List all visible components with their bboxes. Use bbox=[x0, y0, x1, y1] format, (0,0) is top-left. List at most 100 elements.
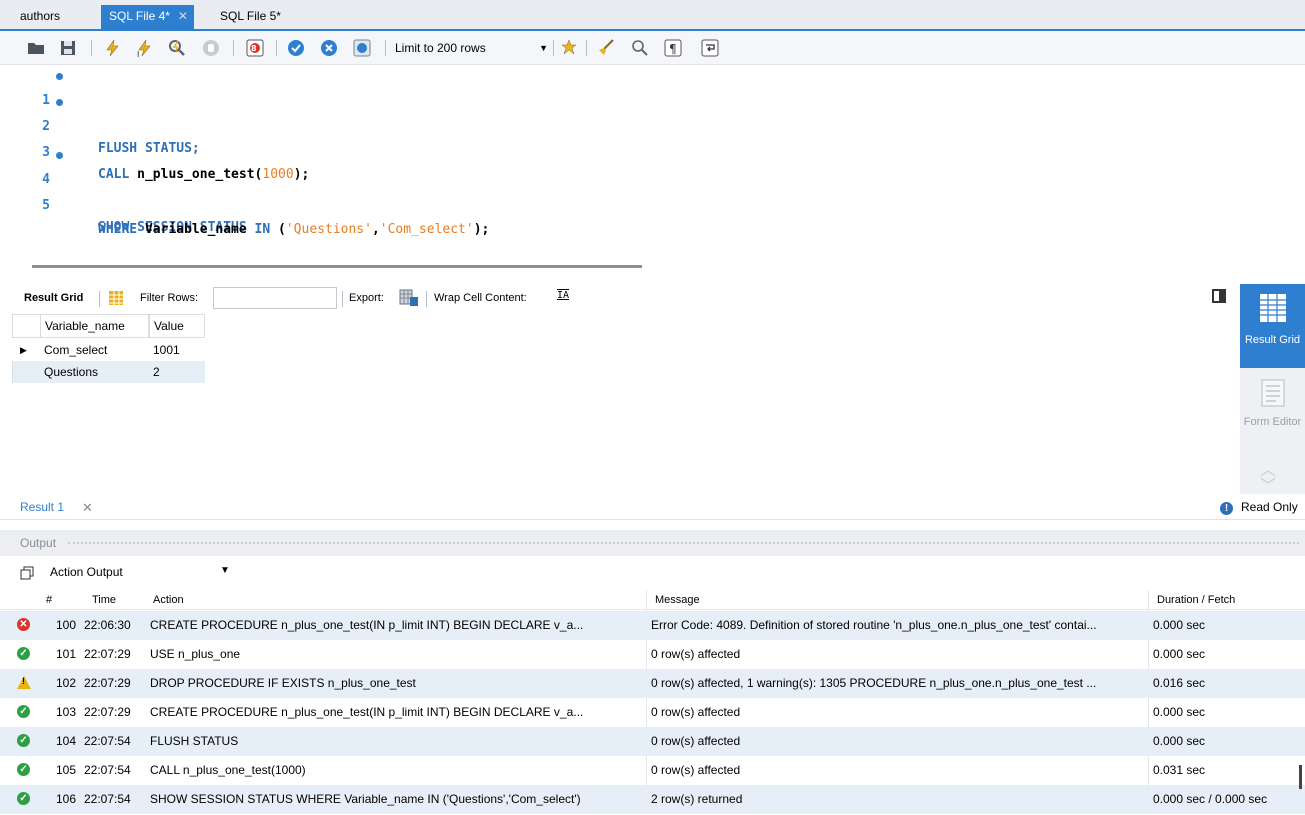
toggle-panel-icon[interactable] bbox=[1212, 289, 1226, 303]
table-row[interactable]: ✓ 106 22:07:54 SHOW SESSION STATUS WHERE… bbox=[0, 785, 1305, 814]
table-row[interactable]: ! 102 22:07:29 DROP PROCEDURE IF EXISTS … bbox=[0, 669, 1305, 698]
close-icon[interactable]: ✕ bbox=[82, 500, 93, 516]
toolbar-separator bbox=[426, 291, 427, 307]
editor-tab-bar: authors SQL File 4* ✕ SQL File 5* bbox=[0, 0, 1305, 31]
tab-result-1[interactable]: Result 1 bbox=[20, 500, 64, 514]
row-selector[interactable] bbox=[12, 361, 40, 383]
table-row[interactable]: ✓ 104 22:07:54 FLUSH STATUS 0 row(s) aff… bbox=[0, 727, 1305, 756]
success-check-icon: ✓ bbox=[17, 705, 30, 718]
output-table-header: # Time Action Message Duration / Fetch bbox=[0, 590, 1305, 610]
table-row[interactable]: ✓ 105 22:07:54 CALL n_plus_one_test(1000… bbox=[0, 756, 1305, 785]
chevron-down-icon[interactable]: ﹀ bbox=[1260, 472, 1276, 496]
statement-marker bbox=[56, 73, 63, 80]
tab-authors[interactable]: authors bbox=[12, 5, 68, 29]
column-header[interactable]: Message bbox=[655, 594, 700, 606]
table-row[interactable]: ✓ 101 22:07:29 USE n_plus_one 0 row(s) a… bbox=[0, 640, 1305, 669]
column-header[interactable]: Variable_name bbox=[40, 314, 149, 338]
row-number: 102 bbox=[56, 676, 77, 690]
row-action: DROP PROCEDURE IF EXISTS n_plus_one_test bbox=[150, 676, 416, 690]
cell-value: 2 bbox=[153, 365, 160, 379]
open-folder-icon[interactable] bbox=[26, 38, 46, 58]
row-time: 22:07:54 bbox=[84, 763, 131, 777]
tab-sql-file-5[interactable]: SQL File 5* bbox=[212, 5, 289, 29]
commit-check-icon[interactable] bbox=[286, 38, 306, 58]
line-number: 2 bbox=[42, 119, 50, 134]
result-grid-label[interactable]: Result Grid bbox=[24, 292, 83, 304]
scrollbar-thumb[interactable] bbox=[32, 265, 642, 268]
editor-line: 5 WHERE Variable_name IN ('Questions','C… bbox=[0, 170, 489, 237]
save-icon[interactable] bbox=[58, 38, 78, 58]
explain-magnifier-icon[interactable] bbox=[167, 38, 187, 58]
table-cell[interactable]: 1001 bbox=[149, 339, 205, 361]
output-title: Output bbox=[20, 536, 57, 550]
limit-rows-select[interactable]: Limit to 200 rows ▼ bbox=[392, 38, 552, 58]
column-header[interactable]: Value bbox=[149, 314, 205, 338]
row-action: FLUSH STATUS bbox=[150, 734, 239, 748]
invisible-chars-icon[interactable]: ¶ bbox=[663, 38, 683, 58]
sql-editor[interactable]: 1 FLUSH STATUS; 2 CALL n_plus_one_test(1… bbox=[0, 65, 1305, 260]
editor-line: 3 bbox=[0, 117, 50, 160]
row-time: 22:06:30 bbox=[84, 618, 131, 632]
result-grid-view-button[interactable]: Result Grid bbox=[1240, 284, 1305, 368]
wrap-icon[interactable] bbox=[700, 38, 720, 58]
tab-label: SQL File 5* bbox=[220, 9, 281, 23]
editor-line: 4 SHOW SESSION STATUS bbox=[0, 144, 247, 235]
stop-icon[interactable] bbox=[201, 38, 221, 58]
toolbar-separator bbox=[586, 40, 587, 56]
result-tab-bar: Result 1 ✕ ! Read Only bbox=[0, 496, 1305, 520]
row-message: Error Code: 4089. Definition of stored r… bbox=[651, 618, 1097, 632]
wrap-cell-icon[interactable]: IA bbox=[557, 290, 569, 301]
broom-icon[interactable] bbox=[596, 38, 616, 58]
table-cell[interactable]: Com_select bbox=[40, 339, 149, 361]
string-literal: 'Com_select' bbox=[379, 222, 474, 237]
toolbar-separator bbox=[553, 40, 554, 56]
read-only-indicator: ! Read Only bbox=[1220, 500, 1298, 515]
keyword: IN bbox=[254, 222, 271, 237]
close-icon[interactable]: ✕ bbox=[178, 9, 188, 23]
beautify-star-icon[interactable] bbox=[559, 38, 579, 58]
output-type-select[interactable]: Action Output bbox=[50, 565, 230, 579]
panel-splitter[interactable] bbox=[68, 542, 1299, 545]
column-header[interactable]: # bbox=[46, 594, 52, 606]
output-type-value: Action Output bbox=[50, 565, 123, 579]
autocommit-icon[interactable] bbox=[352, 38, 372, 58]
toolbar-separator bbox=[385, 40, 386, 56]
row-number: 104 bbox=[56, 734, 77, 748]
column-header[interactable]: Time bbox=[92, 594, 116, 606]
copy-icon[interactable] bbox=[20, 566, 34, 580]
execute-current-lightning-icon[interactable]: I bbox=[135, 38, 155, 58]
filter-rows-input[interactable] bbox=[213, 287, 337, 309]
code-text: WHERE Variable_name IN ('Questions','Com… bbox=[98, 218, 489, 242]
editor-horizontal-scrollbar[interactable] bbox=[0, 260, 1305, 286]
row-action: USE n_plus_one bbox=[150, 647, 241, 661]
punctuation: ( bbox=[270, 222, 286, 237]
success-check-icon: ✓ bbox=[17, 792, 30, 805]
tab-label: SQL File 4* bbox=[109, 9, 170, 23]
table-row[interactable]: ✕ 100 22:06:30 CREATE PROCEDURE n_plus_o… bbox=[0, 611, 1305, 640]
form-editor-view-button[interactable]: Form Editor bbox=[1240, 374, 1305, 444]
row-number: 103 bbox=[56, 705, 77, 719]
toggle-error-icon[interactable]: 8 bbox=[245, 38, 265, 58]
table-row[interactable]: ✓ 103 22:07:29 CREATE PROCEDURE n_plus_o… bbox=[0, 698, 1305, 727]
column-header[interactable]: Duration / Fetch bbox=[1157, 594, 1235, 606]
svg-text:I: I bbox=[137, 50, 139, 58]
row-duration: 0.000 sec bbox=[1153, 618, 1206, 632]
editor-line: 2 CALL n_plus_one_test(1000); bbox=[0, 91, 309, 182]
output-vertical-scrollbar[interactable] bbox=[1299, 765, 1302, 789]
punctuation: ); bbox=[473, 222, 490, 237]
find-icon[interactable] bbox=[630, 38, 650, 58]
column-header[interactable]: Action bbox=[153, 594, 184, 606]
row-selector-arrow-icon[interactable]: ▶ bbox=[12, 339, 40, 361]
row-action: CALL n_plus_one_test(1000) bbox=[150, 763, 306, 777]
table-cell[interactable]: 2 bbox=[149, 361, 205, 383]
table-cell[interactable]: Questions bbox=[40, 361, 149, 383]
tab-sql-file-4[interactable]: SQL File 4* ✕ bbox=[101, 5, 194, 29]
result-side-panel: Result Grid Form Editor ︿ ﹀ bbox=[1240, 284, 1305, 496]
rollback-x-icon[interactable] bbox=[319, 38, 339, 58]
code-text: CALL n_plus_one_test(1000); bbox=[98, 163, 309, 187]
execute-lightning-icon[interactable] bbox=[103, 38, 123, 58]
export-icon[interactable] bbox=[399, 289, 419, 310]
grid-layout-icon[interactable] bbox=[108, 290, 124, 309]
chevron-down-icon: ▼ bbox=[539, 43, 548, 53]
chevron-down-icon[interactable]: ▼ bbox=[220, 565, 230, 576]
